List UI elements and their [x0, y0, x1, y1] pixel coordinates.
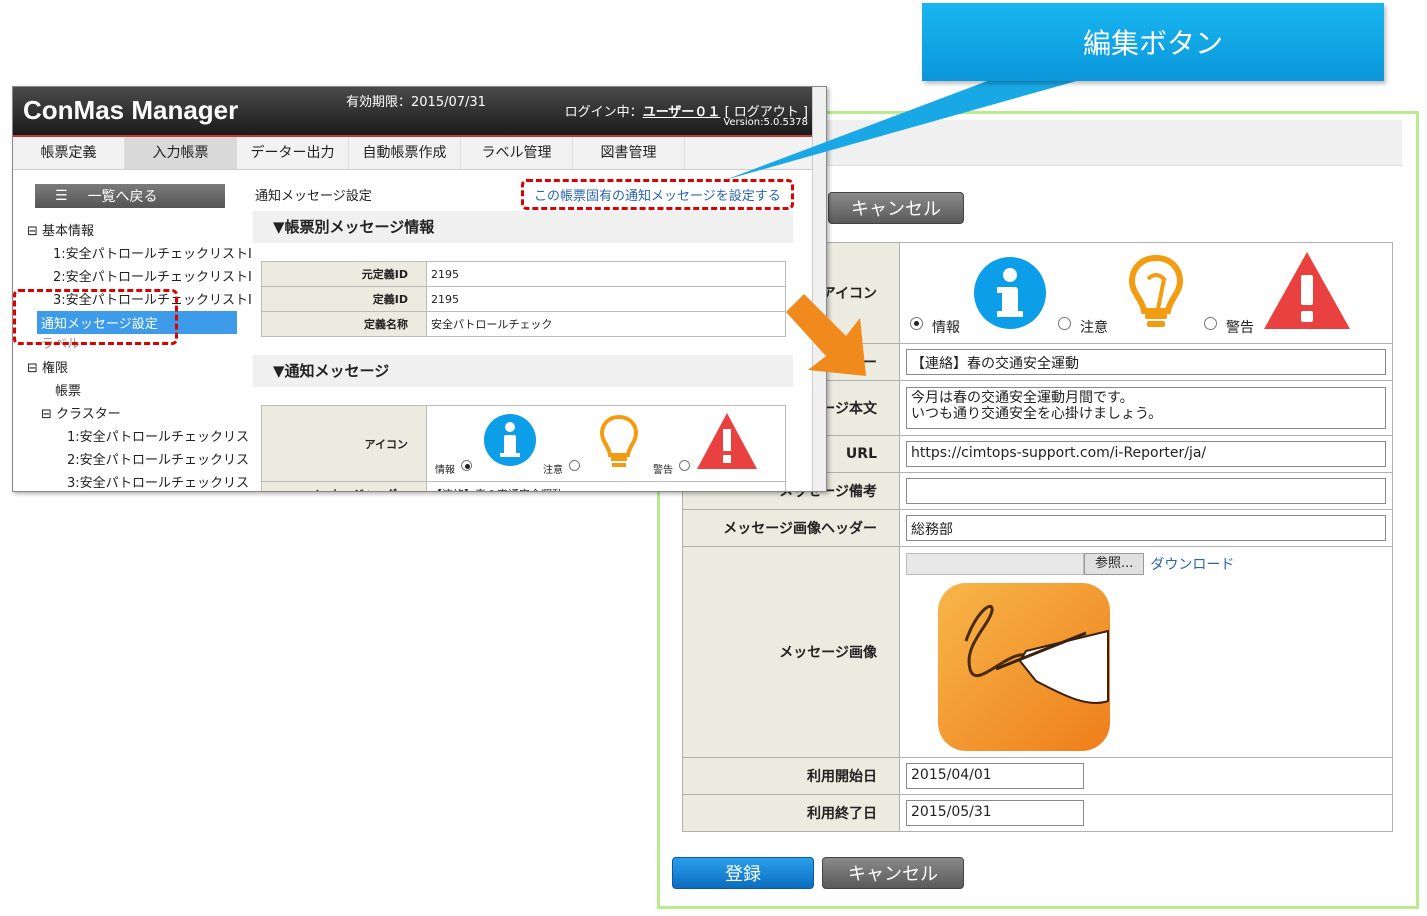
def-name-value: 安全パトロールチェック — [426, 311, 786, 337]
radio-warning[interactable] — [1204, 317, 1217, 330]
url-input[interactable]: https://cimtops-support.com/i-Reporter/j… — [906, 441, 1386, 467]
def-id-value: 2195 — [426, 286, 786, 312]
radio-info-label-small: 情報 — [435, 464, 455, 476]
radio-warning-small[interactable] — [679, 459, 690, 471]
def-id-label: 定義ID — [261, 286, 427, 312]
header-label-small: メッセージヘッダー — [261, 481, 427, 491]
sidebar-tree: ☰ 一覧へ戻る ⊟ 基本情報 1:安全パトロールチェックリストI 2:安全パトロ… — [13, 171, 252, 491]
orig-id-label: 元定義ID — [261, 261, 427, 287]
start-date-label: 利用開始日 — [682, 757, 900, 795]
info-icon-small — [484, 413, 536, 466]
tree-item-sheet[interactable]: 帳票 — [55, 380, 81, 399]
radio-caution-small[interactable] — [569, 459, 580, 471]
download-link[interactable]: ダウンロード — [1150, 554, 1234, 574]
warning-icon — [1264, 252, 1350, 329]
message-body-textarea[interactable]: 今月は春の交通安全運動月間です。 いつも通り交通安全を心掛けましょう。 — [906, 387, 1386, 429]
radio-warning-label: 警告 — [1226, 320, 1254, 336]
start-date-input[interactable]: 2015/04/01 — [906, 763, 1084, 789]
section-form-message-info: ▼帳票別メッセージ情報 — [253, 211, 793, 243]
orig-id-value: 2195 — [426, 261, 786, 287]
tree-cluster-2[interactable]: 2:安全パトロールチェックリス — [67, 449, 249, 468]
file-path-field[interactable] — [906, 553, 1084, 575]
radio-info-label: 情報 — [932, 320, 960, 336]
radio-info-small[interactable] — [461, 459, 472, 471]
tree-node-basic[interactable]: ⊟ 基本情報 — [27, 220, 94, 239]
radio-info[interactable] — [910, 317, 923, 330]
radio-caution-label: 注意 — [1080, 320, 1108, 336]
warning-icon-small — [697, 412, 757, 469]
image-header-label: メッセージ画像ヘッダー — [682, 509, 900, 547]
main-content: 通知メッセージ設定 この帳票固有の通知メッセージを設定する ▼帳票別メッセージ情… — [253, 171, 798, 491]
image-header-input[interactable]: 総務部 — [906, 515, 1386, 541]
register-button[interactable]: 登録 — [672, 857, 814, 889]
notify-message-table: アイコン 情報 注意 警告 — [261, 405, 786, 491]
lightbulb-icon — [1128, 254, 1184, 327]
icon-label-small: アイコン — [261, 405, 427, 482]
form-info-table: 元定義ID 2195 定義ID 2195 定義名称 安全パトロールチェック — [261, 261, 786, 337]
cancel-button-bottom[interactable]: キャンセル — [822, 857, 964, 889]
app-logo-image — [938, 583, 1110, 751]
section-notify-message: ▼通知メッセージ — [253, 355, 793, 387]
info-icon — [974, 257, 1046, 329]
message-header-input[interactable]: 【連絡】春の交通安全運動 — [906, 349, 1386, 375]
message-note-input[interactable] — [906, 478, 1386, 504]
edit-button-callout: 編集ボタン — [922, 3, 1384, 81]
icon-choice-cell: 情報 注意 警告 — [899, 242, 1393, 344]
radio-caution[interactable] — [1058, 317, 1071, 330]
tree-cluster-3[interactable]: 3:安全パトロールチェックリス — [67, 472, 249, 491]
def-name-label: 定義名称 — [261, 311, 427, 337]
lightbulb-icon-small — [599, 414, 639, 467]
tree-node-cluster[interactable]: ⊟ クラスター — [41, 403, 121, 422]
end-date-label: 利用終了日 — [682, 794, 900, 832]
tree-item-2[interactable]: 2:安全パトロールチェックリストI — [53, 266, 252, 285]
tree-item-1[interactable]: 1:安全パトロールチェックリストI — [53, 243, 252, 262]
browse-button[interactable]: 参照... — [1084, 553, 1145, 575]
orange-arrow-icon — [786, 294, 866, 376]
highlight-notify-item — [13, 289, 178, 345]
end-date-input[interactable]: 2015/05/31 — [906, 800, 1084, 826]
radio-caution-label-small: 注意 — [543, 464, 563, 476]
header-value-small: 【連絡】春の交通安全運動 — [426, 481, 786, 491]
tree-cluster-1[interactable]: 1:安全パトロールチェックリス — [67, 426, 249, 445]
radio-warning-label-small: 警告 — [653, 464, 673, 476]
tree-node-permission[interactable]: ⊟ 権限 — [27, 357, 68, 376]
message-image-label: メッセージ画像 — [682, 546, 900, 758]
